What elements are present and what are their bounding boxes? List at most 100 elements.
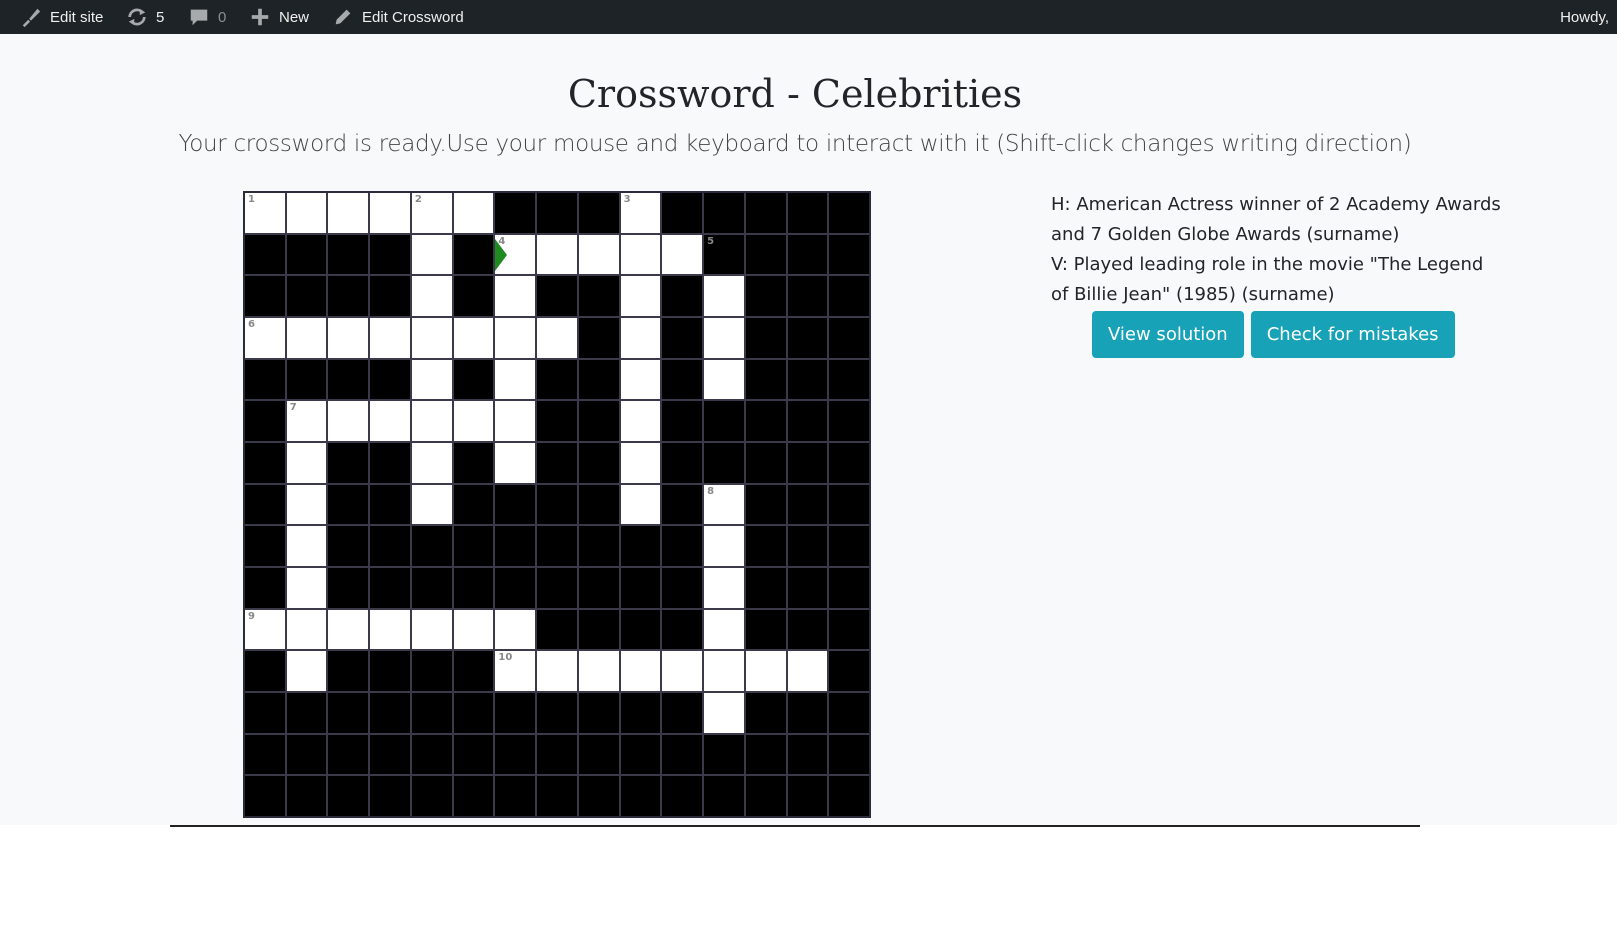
- edit-site-link[interactable]: Edit site: [20, 0, 103, 34]
- grid-cell-input[interactable]: [495, 359, 536, 400]
- grid-cell-block: [578, 401, 619, 441]
- grid-cell-input[interactable]: [286, 526, 327, 566]
- grid-cell-input[interactable]: [704, 651, 744, 691]
- grid-cell-input[interactable]: [286, 443, 327, 483]
- grid-cell-block: [578, 734, 619, 775]
- grid-cell-input[interactable]: [704, 526, 744, 566]
- grid-cell-input[interactable]: [453, 401, 494, 441]
- grid-cell-input[interactable]: [286, 318, 327, 358]
- new-content-link[interactable]: New: [249, 0, 309, 34]
- grid-cell-block: [662, 318, 703, 358]
- grid-cell-input[interactable]: [495, 276, 536, 316]
- grid-cell-input[interactable]: 6: [245, 318, 285, 358]
- grid-cell-input[interactable]: [620, 484, 661, 525]
- grid-cell-block: [704, 734, 744, 775]
- account-menu[interactable]: Howdy,: [1560, 0, 1609, 34]
- grid-cell-input[interactable]: [662, 234, 703, 275]
- grid-cell-input[interactable]: [328, 318, 369, 358]
- grid-cell-block: [620, 693, 661, 733]
- grid-cell-block: [245, 568, 285, 608]
- grid-cell-input[interactable]: 2: [411, 193, 452, 233]
- grid-cell-input[interactable]: [620, 359, 661, 400]
- grid-cell-input[interactable]: [620, 318, 661, 358]
- grid-cell-input[interactable]: [704, 359, 744, 400]
- grid-cell-block: [537, 526, 577, 566]
- grid-cell-input[interactable]: [411, 443, 452, 483]
- grid-cell-input[interactable]: [537, 318, 577, 358]
- grid-cell-block: [578, 526, 619, 566]
- grid-cell-input[interactable]: [411, 234, 452, 275]
- grid-cell-input[interactable]: [328, 401, 369, 441]
- grid-cell-input[interactable]: [411, 401, 452, 441]
- grid-cell-input[interactable]: [578, 234, 619, 275]
- grid-cell-input[interactable]: [286, 568, 327, 608]
- grid-cell-input[interactable]: [370, 401, 410, 441]
- grid-cell-input[interactable]: [411, 609, 452, 650]
- comments-count: 0: [218, 8, 227, 26]
- grid-cell-input[interactable]: [662, 651, 703, 691]
- grid-cell-input[interactable]: [370, 193, 410, 233]
- grid-cell-input[interactable]: [620, 401, 661, 441]
- grid-cell-input[interactable]: [286, 484, 327, 525]
- grid-cell-input[interactable]: [620, 443, 661, 483]
- grid-cell-input[interactable]: [453, 318, 494, 358]
- grid-cell-input[interactable]: [537, 651, 577, 691]
- grid-cell-input[interactable]: [411, 318, 452, 358]
- grid-cell-block: [829, 526, 869, 566]
- grid-cell-input[interactable]: [453, 193, 494, 233]
- clue-number: 8: [707, 485, 715, 497]
- grid-cell-block: [411, 693, 452, 733]
- grid-cell-input[interactable]: 10: [495, 651, 536, 691]
- grid-cell-input[interactable]: [453, 609, 494, 650]
- grid-cell-input[interactable]: 1: [245, 193, 285, 233]
- grid-cell-input[interactable]: [704, 609, 744, 650]
- grid-cell-input[interactable]: 7: [286, 401, 327, 441]
- grid-cell-block: [745, 693, 786, 733]
- grid-cell-block: [787, 526, 828, 566]
- grid-cell-input[interactable]: [370, 318, 410, 358]
- grid-cell-block: [745, 359, 786, 400]
- grid-cell-input[interactable]: 9: [245, 609, 285, 650]
- grid-cell-input[interactable]: [495, 609, 536, 650]
- edit-crossword-link[interactable]: Edit Crossword: [332, 0, 464, 34]
- grid-cell-input[interactable]: [578, 651, 619, 691]
- comments-link[interactable]: 0: [188, 0, 226, 34]
- grid-cell-block: [662, 568, 703, 608]
- grid-cell-input[interactable]: [787, 651, 828, 691]
- grid-cell-input[interactable]: [745, 651, 786, 691]
- grid-cell-input[interactable]: [704, 693, 744, 733]
- grid-cell-block: [328, 651, 369, 691]
- grid-cell-input[interactable]: [620, 234, 661, 275]
- check-mistakes-button[interactable]: Check for mistakes: [1250, 311, 1455, 358]
- grid-cell-input[interactable]: [328, 609, 369, 650]
- grid-cell-input[interactable]: [495, 318, 536, 358]
- grid-cell-block: [495, 526, 536, 566]
- updates-link[interactable]: 5: [126, 0, 164, 34]
- view-solution-button[interactable]: View solution: [1092, 311, 1244, 358]
- grid-cell-block: [620, 568, 661, 608]
- grid-cell-input[interactable]: [620, 651, 661, 691]
- grid-cell-input[interactable]: [286, 651, 327, 691]
- grid-cell-input[interactable]: [411, 359, 452, 400]
- grid-cell-block: [245, 526, 285, 566]
- grid-cell-input[interactable]: [704, 568, 744, 608]
- grid-cell-input[interactable]: 4: [495, 234, 536, 275]
- grid-cell-input[interactable]: [704, 276, 744, 316]
- grid-cell-input[interactable]: [620, 276, 661, 316]
- grid-cell-block: [286, 276, 327, 316]
- grid-cell-input[interactable]: [411, 484, 452, 525]
- grid-cell-input[interactable]: [286, 609, 327, 650]
- grid-cell-input[interactable]: [286, 193, 327, 233]
- grid-cell-block: [787, 193, 828, 233]
- crossword-grid[interactable]: 1 2 3 4 5 6 7 8 9 10: [243, 191, 871, 818]
- grid-cell-input[interactable]: [495, 443, 536, 483]
- grid-cell-input[interactable]: [537, 234, 577, 275]
- grid-cell-block: [787, 484, 828, 525]
- grid-cell-input[interactable]: [328, 193, 369, 233]
- grid-cell-input[interactable]: [704, 318, 744, 358]
- grid-cell-input[interactable]: [370, 609, 410, 650]
- grid-cell-input[interactable]: [495, 401, 536, 441]
- grid-cell-input[interactable]: [411, 276, 452, 316]
- grid-cell-input[interactable]: 3: [620, 193, 661, 233]
- grid-cell-input[interactable]: 8: [704, 484, 744, 525]
